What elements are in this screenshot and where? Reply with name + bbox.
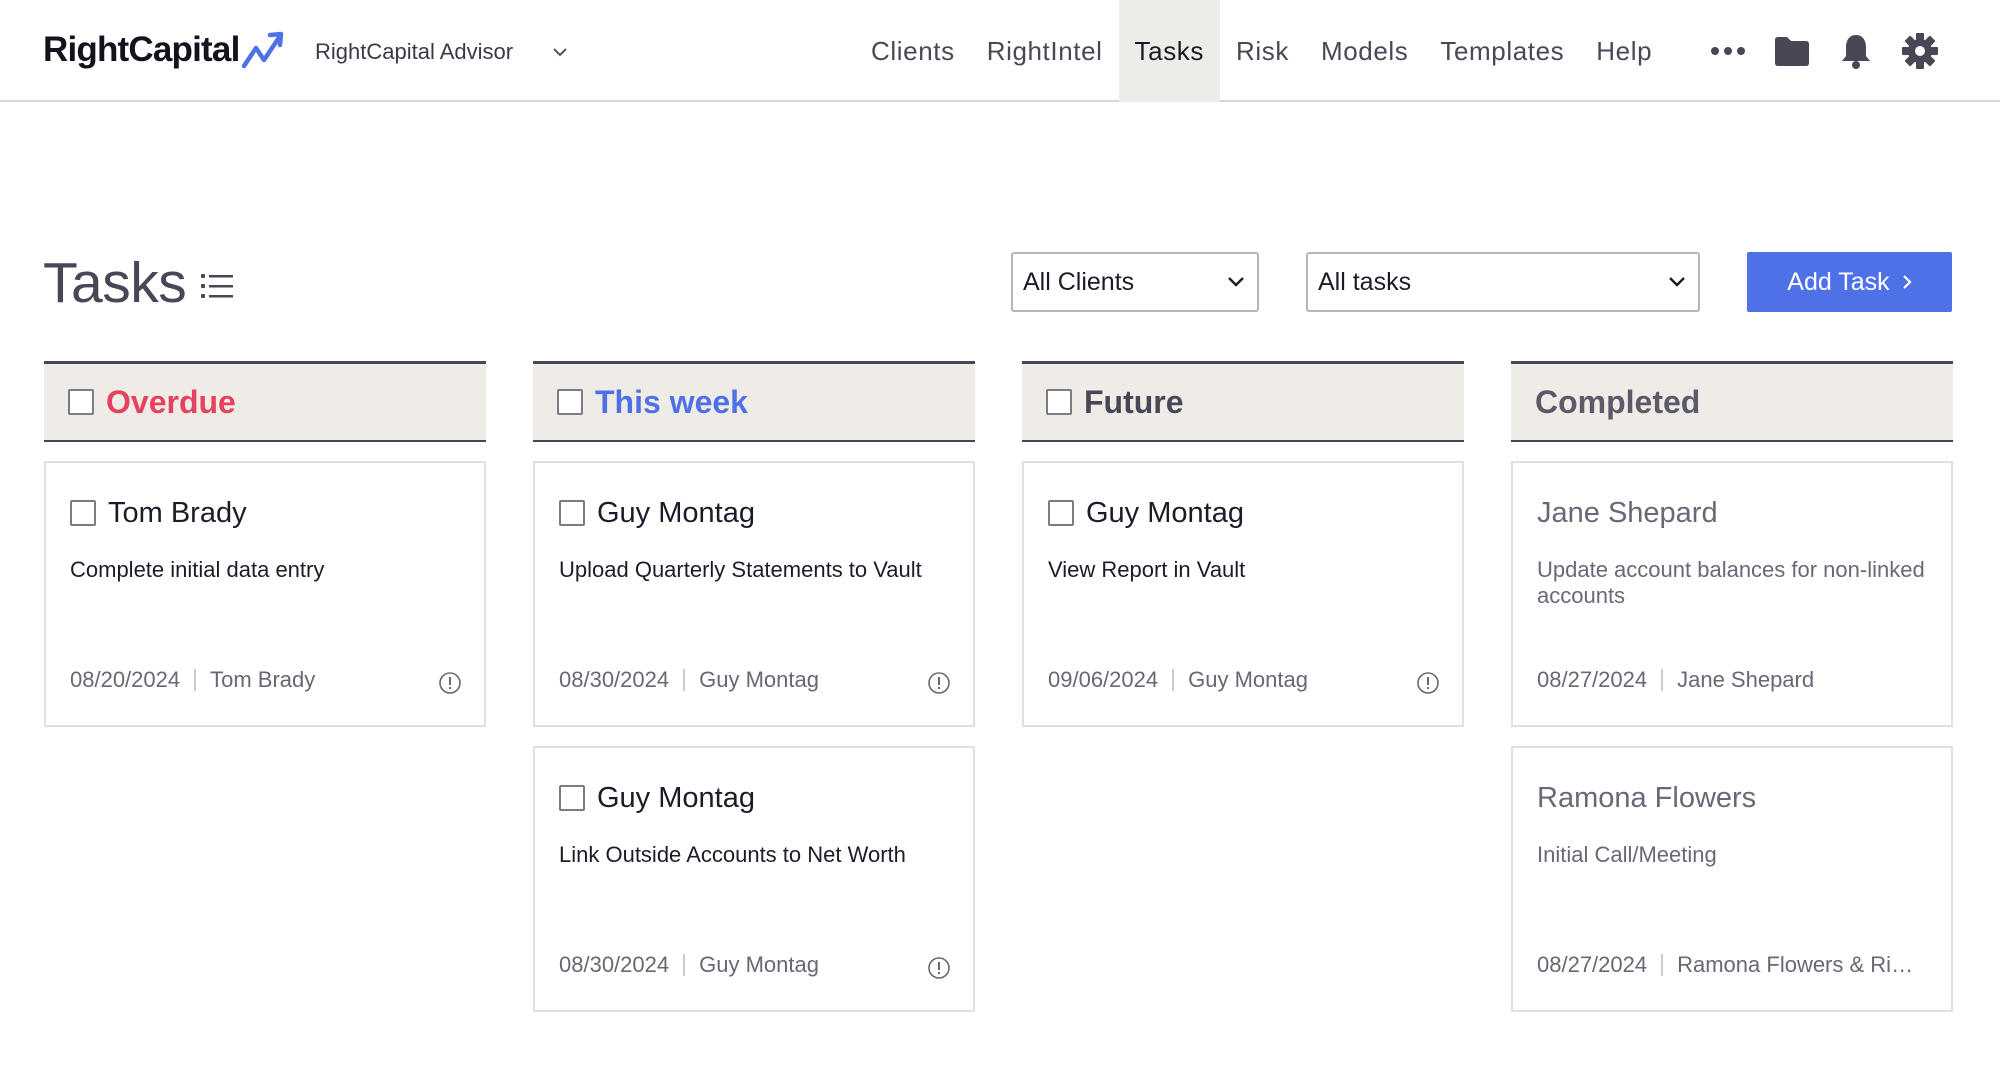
nav-tasks[interactable]: Tasks [1118, 0, 1220, 102]
task-meta: 08/30/2024 Guy Montag [559, 952, 949, 978]
task-date: 08/27/2024 [1537, 952, 1648, 977]
column-future: Future Guy Montag View Report in Vault 0… [1022, 361, 1464, 727]
nav-help[interactable]: Help [1580, 0, 1668, 102]
task-meta: 08/20/2024 Tom Brady [70, 667, 460, 693]
column-title: Overdue [106, 383, 236, 420]
client-filter-select[interactable]: All Clients [1011, 252, 1259, 312]
nav-risk[interactable]: Risk [1220, 0, 1305, 102]
task-date: 08/30/2024 [559, 952, 670, 977]
info-icon[interactable] [1416, 671, 1440, 695]
page-title-row: Tasks [43, 250, 234, 316]
column-header: Overdue [44, 361, 486, 442]
advisor-selector[interactable]: RightCapital Advisor [315, 30, 567, 74]
meta-divider [683, 954, 686, 976]
meta-divider [1661, 954, 1664, 976]
task-client-name: Guy Montag [597, 781, 755, 814]
advisor-name: RightCapital Advisor [315, 39, 514, 64]
task-date: 08/27/2024 [1537, 667, 1648, 692]
task-meta: 08/27/2024 Jane Shepard [1537, 667, 1927, 693]
info-icon[interactable] [927, 671, 951, 695]
task-client-name: Guy Montag [1086, 496, 1244, 529]
main-nav: Clients RightIntel Tasks Risk Models Tem… [855, 0, 1668, 102]
task-card[interactable]: Guy Montag Upload Quarterly Statements t… [533, 461, 975, 727]
meta-divider [1661, 669, 1664, 691]
column-title: Completed [1535, 383, 1701, 420]
task-card[interactable]: Jane Shepard Update account balances for… [1511, 461, 1953, 727]
folder-icon[interactable] [1767, 26, 1817, 76]
task-description: Update account balances for non-linked a… [1537, 557, 1925, 608]
info-icon[interactable] [438, 671, 462, 695]
task-owner: Jane Shepard [1677, 667, 1815, 692]
chevron-down-icon [1669, 277, 1685, 287]
column-completed: Completed Jane Shepard Update account ba… [1511, 361, 1953, 1012]
nav-clients[interactable]: Clients [855, 0, 971, 102]
top-navigation-bar: RightCapital RightCapital Advisor Client… [0, 0, 2000, 102]
task-card[interactable]: Guy Montag View Report in Vault 09/06/20… [1022, 461, 1464, 727]
task-filter-select[interactable]: All tasks [1306, 252, 1700, 312]
meta-divider [194, 669, 197, 691]
add-task-button[interactable]: Add Task [1747, 252, 1952, 312]
nav-rightintel[interactable]: RightIntel [971, 0, 1119, 102]
client-filter-value: All Clients [1023, 267, 1135, 296]
page-title: Tasks [43, 251, 187, 315]
task-owner: Guy Montag [699, 952, 819, 977]
task-owner: Tom Brady [210, 667, 316, 692]
task-description: View Report in Vault [1048, 557, 1246, 582]
meta-divider [683, 669, 686, 691]
task-checkbox[interactable] [559, 500, 585, 526]
select-all-checkbox[interactable] [557, 389, 583, 415]
task-card[interactable]: Guy Montag Link Outside Accounts to Net … [533, 746, 975, 1012]
task-owner: Guy Montag [1188, 667, 1308, 692]
task-owner: Guy Montag [699, 667, 819, 692]
task-checkbox[interactable] [1048, 500, 1074, 526]
chevron-right-icon [1902, 275, 1912, 289]
column-title: This week [595, 383, 748, 420]
task-client-name: Guy Montag [597, 496, 755, 529]
column-this-week: This week Guy Montag Upload Quarterly St… [533, 361, 975, 1012]
logo-text: RightCapital [43, 30, 240, 69]
task-description: Initial Call/Meeting [1537, 842, 1717, 867]
chevron-down-icon [1228, 277, 1244, 287]
bell-icon[interactable] [1831, 26, 1881, 76]
task-client-name: Ramona Flowers [1537, 781, 1757, 814]
logo-arrow-icon [241, 31, 283, 69]
chevron-down-icon [553, 48, 567, 57]
select-all-checkbox[interactable] [1046, 389, 1072, 415]
task-description: Link Outside Accounts to Net Worth [559, 842, 906, 867]
select-all-checkbox[interactable] [68, 389, 94, 415]
column-header: Completed [1511, 361, 1953, 442]
column-header: This week [533, 361, 975, 442]
task-date: 09/06/2024 [1048, 667, 1159, 692]
nav-icon-group [1703, 26, 1959, 76]
task-date: 08/20/2024 [70, 667, 181, 692]
task-card[interactable]: Tom Brady Complete initial data entry 08… [44, 461, 486, 727]
info-icon[interactable] [927, 956, 951, 980]
more-icon[interactable] [1703, 26, 1753, 76]
list-view-icon[interactable] [200, 271, 234, 301]
task-date: 08/30/2024 [559, 667, 670, 692]
task-filter-value: All tasks [1318, 267, 1412, 296]
task-card[interactable]: Ramona Flowers Initial Call/Meeting 08/2… [1511, 746, 1953, 1012]
nav-models[interactable]: Models [1305, 0, 1424, 102]
task-checkbox[interactable] [559, 785, 585, 811]
task-description: Upload Quarterly Statements to Vault [559, 557, 922, 582]
add-task-label: Add Task [1787, 267, 1890, 296]
column-overdue: Overdue Tom Brady Complete initial data … [44, 361, 486, 727]
nav-templates[interactable]: Templates [1424, 0, 1580, 102]
column-header: Future [1022, 361, 1464, 442]
task-checkbox[interactable] [70, 500, 96, 526]
task-meta: 08/30/2024 Guy Montag [559, 667, 949, 693]
rightcapital-logo[interactable]: RightCapital [43, 30, 286, 70]
task-meta: 08/27/2024 Ramona Flowers & Righ... [1537, 952, 1927, 978]
task-description: Complete initial data entry [70, 557, 325, 582]
task-client-name: Jane Shepard [1537, 496, 1718, 529]
column-title: Future [1084, 383, 1184, 420]
task-client-name: Tom Brady [108, 496, 247, 529]
task-meta: 09/06/2024 Guy Montag [1048, 667, 1438, 693]
meta-divider [1172, 669, 1175, 691]
task-owner: Ramona Flowers & Righ... [1677, 952, 1926, 977]
gear-icon[interactable] [1895, 26, 1945, 76]
